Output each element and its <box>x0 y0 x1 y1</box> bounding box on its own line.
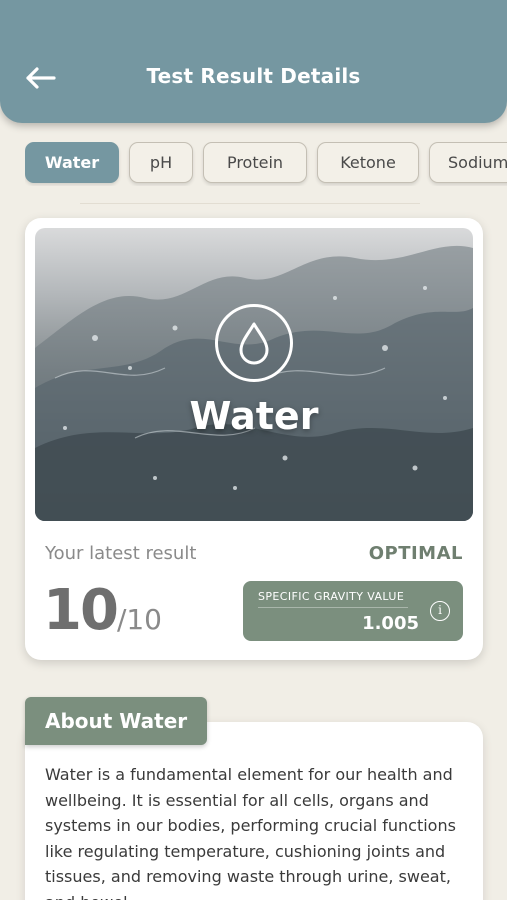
tab-ketone[interactable]: Ketone <box>317 142 419 183</box>
score-max: /10 <box>116 603 162 636</box>
header-bar: Test Result Details <box>0 0 507 123</box>
tab-ph[interactable]: pH <box>129 142 193 183</box>
tab-protein[interactable]: Protein <box>203 142 307 183</box>
gravity-divider <box>258 607 408 608</box>
about-text: Water is a fundamental element for our h… <box>45 765 456 900</box>
info-icon[interactable]: i <box>430 601 450 621</box>
hero-title: Water <box>189 394 319 438</box>
about-title: About Water <box>25 697 208 745</box>
gravity-label: SPECIFIC GRAVITY VALUE <box>258 590 405 603</box>
tab-water[interactable]: Water <box>25 142 119 183</box>
test-tabs: Water pH Protein Ketone Sodium <box>25 142 507 186</box>
page-title: Test Result Details <box>146 64 361 88</box>
score: 10/10 <box>43 578 162 643</box>
result-card: Water Your latest result OPTIMAL 10/10 S… <box>25 218 483 660</box>
score-value: 10 <box>43 578 119 643</box>
hero-image: Water <box>35 228 473 521</box>
gravity-value: 1.005 <box>362 613 419 634</box>
status-badge: OPTIMAL <box>368 543 463 564</box>
specific-gravity-box: SPECIFIC GRAVITY VALUE 1.005 i <box>243 581 463 641</box>
tab-sodium[interactable]: Sodium <box>429 142 507 183</box>
water-drop-icon <box>215 304 293 382</box>
tabs-divider <box>80 203 420 204</box>
about-card: Water is a fundamental element for our h… <box>25 722 483 900</box>
latest-result-label: Your latest result <box>45 543 197 564</box>
